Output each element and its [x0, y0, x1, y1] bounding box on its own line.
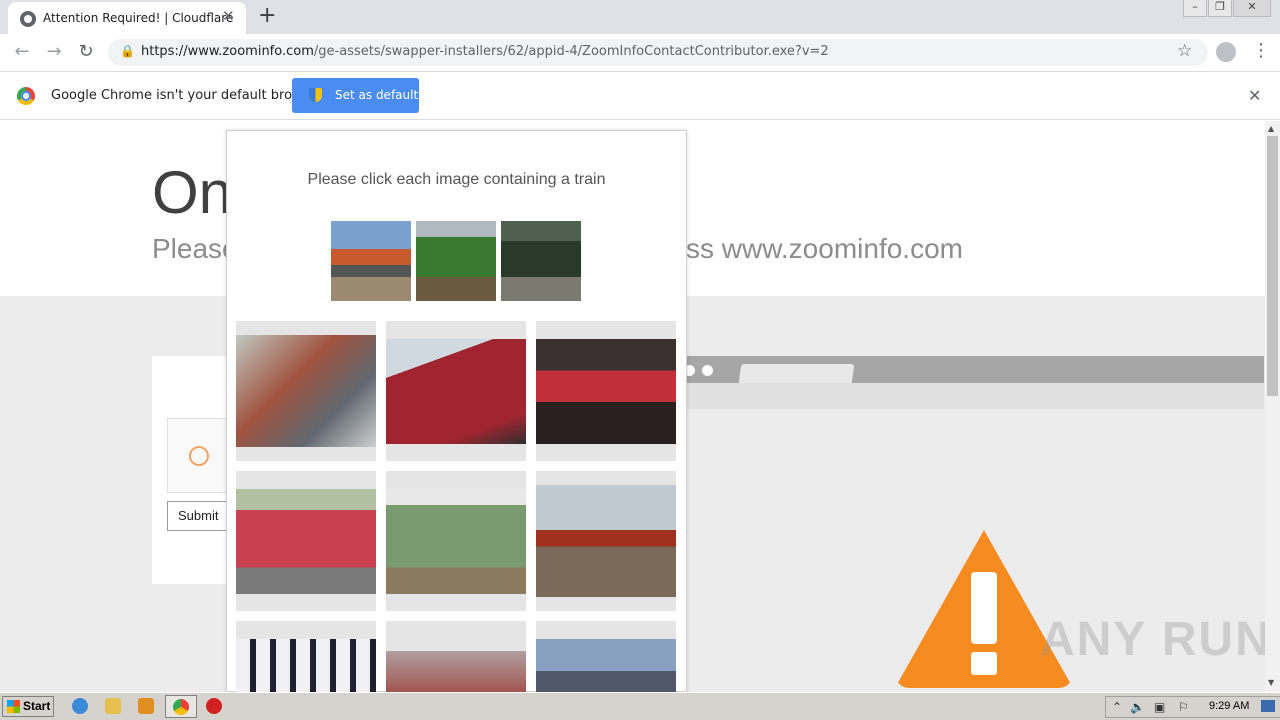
captcha-tile[interactable] [536, 321, 676, 461]
flag-icon[interactable]: ⚐ [1178, 700, 1189, 714]
start-label: Start [23, 699, 51, 713]
tile-image-freight-train [536, 485, 676, 597]
tile-image-airplane-windows [236, 639, 376, 692]
minimize-button[interactable]: – [1183, 0, 1207, 17]
illustration-tab [738, 364, 855, 383]
tile-image-blurred [386, 651, 526, 692]
kebab-menu-icon[interactable]: ⋮ [1252, 40, 1270, 61]
infobar-close-icon[interactable]: ✕ [1248, 86, 1261, 105]
captcha-tile[interactable] [236, 621, 376, 692]
warning-exclamation-dot [971, 652, 997, 675]
star-icon[interactable]: ☆ [1177, 41, 1192, 61]
tile-image-bus [236, 335, 376, 447]
captcha-tile[interactable] [386, 321, 526, 461]
tile-image-red-car [386, 339, 526, 444]
network-icon[interactable]: ▣ [1154, 700, 1165, 714]
url-text[interactable]: https://www.zoominfo.com/ge-assets/swapp… [141, 44, 829, 59]
page-heading: On [152, 159, 233, 226]
tile-image-aircraft [536, 639, 676, 692]
captcha-tile[interactable] [536, 621, 676, 692]
page-subtitle-right: ss www.zoominfo.com [686, 233, 963, 264]
warning-exclamation-bar [971, 572, 997, 644]
captcha-tile[interactable] [536, 471, 676, 611]
captcha-tile[interactable] [236, 321, 376, 461]
tray-expand-icon[interactable]: ⌃ [1112, 700, 1122, 714]
set-default-label: Set as default [335, 88, 419, 102]
reload-icon[interactable]: ↻ [74, 41, 98, 62]
scrollbar-thumb[interactable] [1267, 136, 1278, 396]
forward-arrow-icon[interactable]: → [42, 41, 66, 62]
captcha-prompt: Please click each image containing a tra… [307, 171, 606, 188]
shield-icon [309, 88, 322, 102]
browser-illustration-body [686, 383, 1264, 409]
windows-logo-icon [7, 700, 20, 713]
captcha-checkbox[interactable] [189, 446, 209, 466]
lock-icon[interactable]: 🔒 [120, 44, 135, 58]
chrome-logo-icon [17, 87, 35, 105]
train-sample-image [416, 221, 496, 301]
tab-title: Attention Required! | Cloudflare [43, 11, 234, 25]
start-button[interactable]: Start [2, 696, 54, 717]
infobar-message: Google Chrome isn't your default browser [51, 88, 323, 103]
tab-close-icon[interactable]: ✕ [222, 7, 235, 25]
show-desktop-icon[interactable] [1261, 700, 1275, 712]
tile-image-green-train [386, 489, 526, 594]
scroll-up-icon[interactable]: ▲ [1268, 124, 1274, 133]
ie-icon[interactable] [72, 698, 88, 714]
submit-button[interactable]: Submit [167, 501, 229, 531]
url-host: https://www.zoominfo.com [141, 44, 314, 59]
chrome-icon [173, 699, 189, 715]
train-sample-image [331, 221, 411, 301]
page-subtitle-left: Please [152, 233, 238, 264]
volume-icon[interactable]: 🔈 [1130, 700, 1145, 714]
restore-button[interactable]: ❐ [1208, 0, 1232, 17]
explorer-icon[interactable] [105, 698, 121, 714]
anyrun-watermark: ANY RUN [1040, 613, 1272, 666]
tile-image-red-train [536, 339, 676, 444]
window-close-button[interactable]: ✕ [1233, 0, 1271, 17]
tile-image-red-hatchback [236, 489, 376, 594]
tab-active[interactable]: Attention Required! | Cloudflare ✕ [8, 2, 246, 34]
profile-icon[interactable] [1216, 42, 1236, 62]
captcha-tile[interactable] [386, 621, 526, 692]
alert-icon[interactable] [206, 698, 222, 714]
set-default-button[interactable]: Set as default [292, 78, 419, 113]
train-sample-image [501, 221, 581, 301]
captcha-tile[interactable] [236, 471, 376, 611]
media-player-icon[interactable] [138, 698, 154, 714]
url-path: /ge-assets/swapper-installers/62/appid-4… [313, 44, 829, 59]
taskbar-clock[interactable]: 9:29 AM [1209, 700, 1249, 712]
illustration-dot [702, 365, 713, 376]
back-arrow-icon[interactable]: ← [10, 41, 34, 62]
captcha-tile[interactable] [386, 471, 526, 611]
globe-icon [20, 11, 36, 27]
new-tab-button[interactable]: + [258, 3, 276, 28]
scroll-down-icon[interactable]: ▼ [1268, 678, 1274, 687]
